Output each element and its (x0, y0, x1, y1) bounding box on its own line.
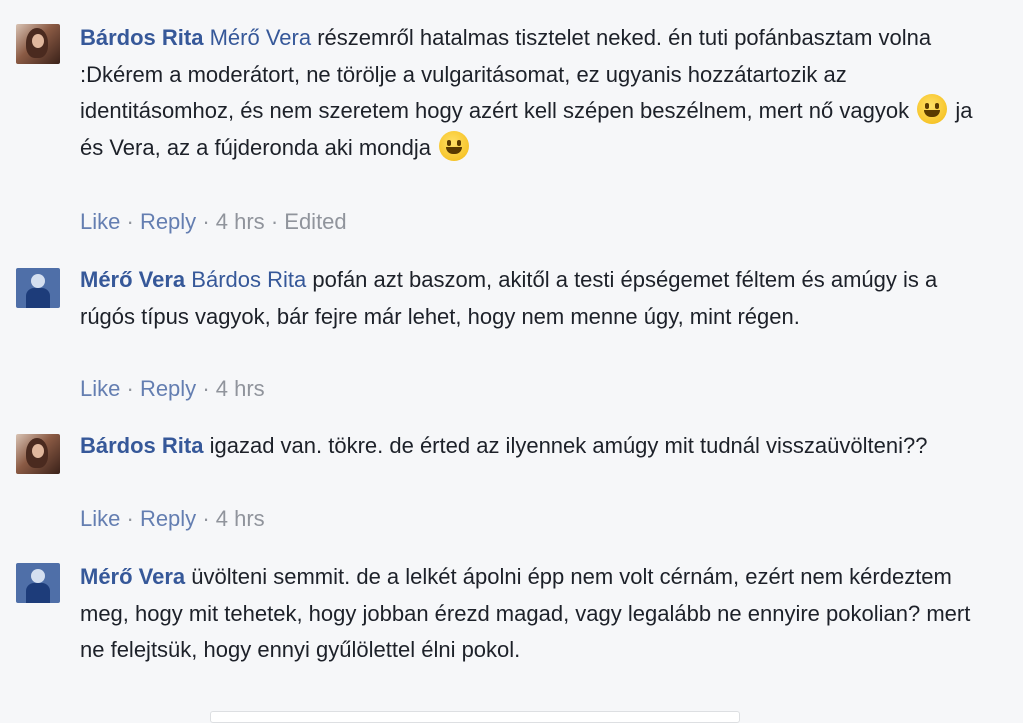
reply-link[interactable]: Reply (140, 506, 196, 531)
reply-link[interactable]: Reply (140, 209, 196, 234)
like-link[interactable]: Like (80, 376, 120, 401)
comment-actions: Like · Reply · 4 hrs (80, 506, 265, 532)
comment-author[interactable]: Mérő Vera (80, 267, 185, 292)
separator: · (126, 506, 134, 531)
edited-label[interactable]: Edited (284, 209, 346, 234)
avatar[interactable] (16, 434, 60, 474)
comment-body: Mérő Vera Bárdos Rita pofán azt baszom, … (80, 262, 980, 335)
avatar[interactable] (16, 268, 60, 308)
comment-body: Mérő Vera üvölteni semmit. de a lelkét á… (80, 559, 980, 669)
like-link[interactable]: Like (80, 506, 120, 531)
avatar[interactable] (16, 24, 60, 64)
separator: · (202, 209, 210, 234)
separator: · (126, 376, 134, 401)
mention-link[interactable]: Bárdos Rita (191, 267, 306, 292)
comment-text: részemről hatalmas tisztelet neked. én t… (80, 25, 932, 123)
separator: · (126, 209, 134, 234)
comment-author[interactable]: Bárdos Rita (80, 433, 203, 458)
comment-body: Bárdos Rita igazad van. tökre. de érted … (80, 428, 980, 465)
separator: · (270, 209, 279, 234)
comment-text: igazad van. tökre. de érted az ilyennek … (203, 433, 928, 458)
comment-text: üvölteni semmit. de a lelkét ápolni épp … (80, 564, 971, 662)
smiley-emoji-icon (917, 94, 948, 124)
avatar[interactable] (16, 563, 60, 603)
smiley-emoji-icon (439, 130, 470, 161)
comment-actions: Like · Reply · 4 hrs · Edited (80, 209, 347, 235)
like-link[interactable]: Like (80, 209, 120, 234)
timestamp[interactable]: 4 hrs (216, 209, 265, 234)
comment-actions: Like · Reply · 4 hrs (80, 376, 265, 402)
reply-link[interactable]: Reply (140, 376, 196, 401)
comment-body: Bárdos Rita Mérő Vera részemről hatalmas… (80, 20, 980, 166)
separator: · (202, 376, 210, 401)
comment-author[interactable]: Bárdos Rita (80, 25, 203, 50)
comment-author[interactable]: Mérő Vera (80, 564, 185, 589)
timestamp[interactable]: 4 hrs (216, 506, 265, 531)
reply-input-field[interactable] (210, 711, 740, 723)
mention-link[interactable]: Mérő Vera (210, 25, 312, 50)
separator: · (202, 506, 210, 531)
timestamp[interactable]: 4 hrs (216, 376, 265, 401)
